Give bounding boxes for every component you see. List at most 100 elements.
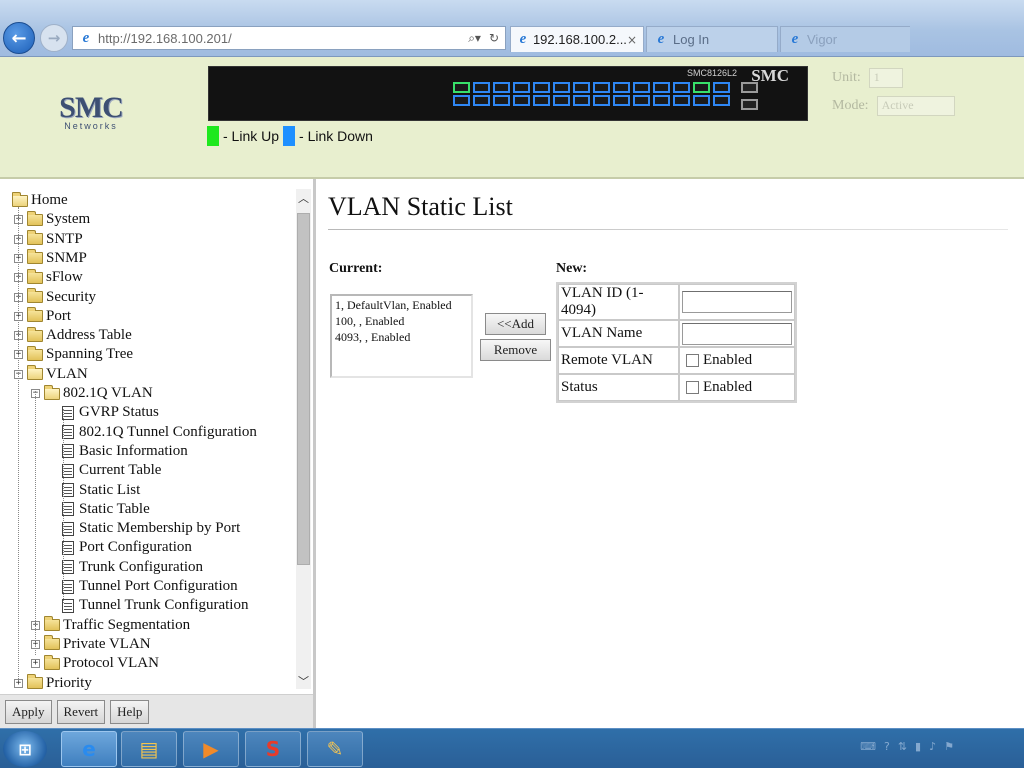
nav-item-snmp[interactable]: + SNMP [14,249,87,268]
help-icon[interactable]: ? [884,740,890,753]
nav-item-trunk-configuration[interactable]: Trunk Configuration [62,558,203,577]
revert-button[interactable]: Revert [56,699,106,724]
switch-port-down[interactable] [593,82,610,93]
list-item[interactable]: 100, , Enabled [335,313,468,329]
nav-item-private-vlan[interactable]: + Private VLAN [31,635,151,654]
scroll-up-icon[interactable]: ︿ [296,189,311,206]
taskbar-windows-explorer[interactable]: ▤ [121,731,177,767]
network-icon[interactable]: ⇅ [898,740,907,753]
vlan-id-input[interactable] [682,291,792,313]
nav-item-priority[interactable]: + Priority [14,674,92,693]
back-button[interactable]: ← [3,22,35,54]
help-button[interactable]: Help [110,699,150,724]
switch-port-down[interactable] [553,82,570,93]
nav-item-home[interactable]: Home [12,191,68,210]
flag-icon[interactable]: ⚑ [944,740,954,753]
switch-port-down[interactable] [553,95,570,106]
mode-select[interactable]: Active [876,96,955,116]
add-button[interactable]: <<Add [485,313,546,335]
nav-item-static-membership-by-port[interactable]: Static Membership by Port [62,519,240,538]
nav-item-current-table[interactable]: Current Table [62,461,161,480]
switch-port-down[interactable] [513,95,530,106]
switch-port-up[interactable] [693,82,710,93]
nav-item-basic-information[interactable]: Basic Information [62,442,188,461]
switch-port-down[interactable] [613,95,630,106]
remote-vlan-checkbox[interactable] [686,354,699,367]
url-text[interactable]: http://192.168.100.201/ [98,31,468,46]
keyboard-icon[interactable]: ⌨ [860,740,876,753]
scroll-down-icon[interactable]: ﹀ [296,672,311,689]
tab-active[interactable]: e 192.168.100.2... × [510,26,644,52]
battery-icon[interactable]: ▮ [915,740,921,753]
sfp-port[interactable] [741,82,758,93]
nav-item-802-1q-tunnel-configuration[interactable]: 802.1Q Tunnel Configuration [62,423,257,442]
switch-port-down[interactable] [513,82,530,93]
nav-item-tunnel-trunk-configuration[interactable]: Tunnel Trunk Configuration [62,596,248,615]
close-tab-icon[interactable]: × [627,33,637,47]
nav-item-port-configuration[interactable]: Port Configuration [62,538,192,557]
switch-port-down[interactable] [633,82,650,93]
nav-item-802-1q-vlan[interactable]: −802.1Q VLAN [31,384,153,403]
tab-vigor[interactable]: e Vigor [780,26,910,52]
list-item[interactable]: 1, DefaultVlan, Enabled [335,297,468,313]
switch-port-down[interactable] [633,95,650,106]
nav-item-tunnel-port-configuration[interactable]: Tunnel Port Configuration [62,577,238,596]
switch-port-down[interactable] [593,95,610,106]
switch-port-down[interactable] [653,82,670,93]
unit-select[interactable]: 1 [868,68,903,88]
forward-button[interactable]: → [40,24,68,52]
vlan-name-input[interactable] [682,322,792,345]
taskbar-application[interactable]: S [245,731,301,767]
nav-item-sflow[interactable]: + sFlow [14,268,83,287]
remove-button[interactable]: Remove [480,339,551,361]
switch-port-down[interactable] [673,82,690,93]
taskbar-media-player[interactable]: ▶ [183,731,239,767]
switch-port-down[interactable] [673,95,690,106]
switch-port-down[interactable] [493,95,510,106]
scroll-thumb[interactable] [297,213,310,565]
list-item[interactable]: 4093, , Enabled [335,329,468,345]
switch-port-down[interactable] [613,82,630,93]
folder-icon [27,210,43,226]
nav-scrollbar[interactable]: ︿ ﹀ [296,189,311,689]
taskbar-paint[interactable]: ✎ [307,731,363,767]
nav-item-sntp[interactable]: + SNTP [14,230,83,249]
switch-port-down[interactable] [693,95,710,106]
expand-icon[interactable]: + [31,659,40,669]
switch-port-down[interactable] [473,82,490,93]
switch-port-down[interactable] [713,95,730,106]
nav-item-spanning-tree[interactable]: + Spanning Tree [14,345,133,364]
switch-port-down[interactable] [573,95,590,106]
nav-item-security[interactable]: + Security [14,288,96,307]
nav-item-label: sFlow [46,269,83,286]
switch-port-down[interactable] [713,82,730,93]
nav-item-gvrp-status[interactable]: GVRP Status [62,403,159,422]
title-divider [328,229,1008,230]
switch-port-down[interactable] [453,95,470,106]
nav-item-system[interactable]: + System [14,210,90,229]
volume-icon[interactable]: ♪ [929,740,936,753]
switch-port-down[interactable] [473,95,490,106]
current-vlan-list[interactable]: 1, DefaultVlan, Enabled 100, , Enabled 4… [330,294,473,378]
search-dropdown-icon[interactable]: ⌕▾ [468,31,481,46]
nav-item-port[interactable]: + Port [14,307,71,326]
status-checkbox[interactable] [686,381,699,394]
tab-log-in[interactable]: e Log In [646,26,778,52]
switch-port-up[interactable] [453,82,470,93]
start-button[interactable]: ⊞ [3,731,47,767]
nav-item-traffic-segmentation[interactable]: + Traffic Segmentation [31,616,190,635]
nav-item-vlan[interactable]: − VLAN [14,365,88,384]
switch-port-down[interactable] [653,95,670,106]
nav-item-address-table[interactable]: + Address Table [14,326,132,345]
switch-port-down[interactable] [493,82,510,93]
nav-item-protocol-vlan[interactable]: + Protocol VLAN [31,654,159,673]
apply-button[interactable]: Apply [5,699,52,724]
switch-port-down[interactable] [533,82,550,93]
switch-port-down[interactable] [533,95,550,106]
nav-item-static-table[interactable]: Static Table [62,500,150,519]
nav-item-static-list[interactable]: Static List [62,481,140,500]
switch-port-down[interactable] [573,82,590,93]
refresh-icon[interactable]: ↻ [489,31,499,46]
address-bar[interactable]: e http://192.168.100.201/ ⌕▾ ↻ [72,26,506,50]
taskbar-internet-explorer[interactable]: e [61,731,117,767]
